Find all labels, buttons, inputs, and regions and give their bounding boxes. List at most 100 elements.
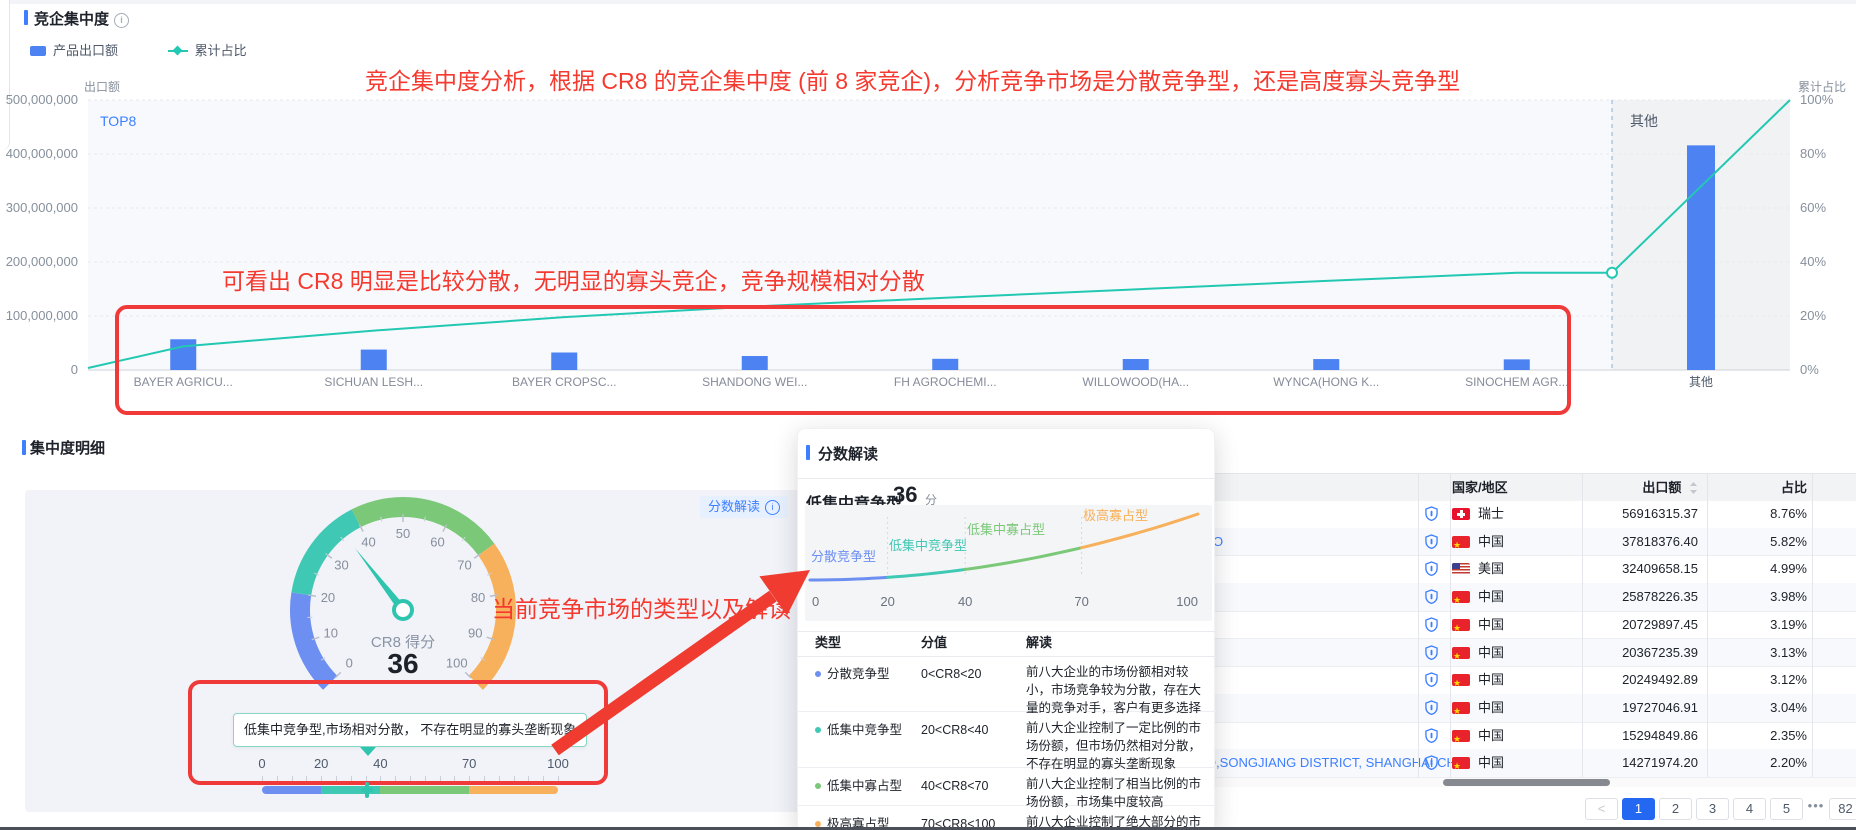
page-button-5[interactable]: 5 bbox=[1770, 798, 1803, 820]
country-cell: 中国 bbox=[1452, 694, 1504, 722]
linear-gauge-tick-label: 70 bbox=[462, 756, 476, 771]
linear-gauge-tick-label: 0 bbox=[258, 756, 265, 771]
column-divider bbox=[1812, 473, 1813, 777]
export-value-cell: 19727046.91 bbox=[1622, 694, 1698, 722]
svg-text:400,000,000: 400,000,000 bbox=[6, 146, 78, 161]
section1-title: 竞企集中度 bbox=[34, 8, 129, 29]
info-icon bbox=[765, 500, 780, 515]
popup-row-desc: 前八大企业控制了一定比例的市场份额，但市场仍然相对分散，不存在明显的寡头垄断现象 bbox=[1026, 719, 1201, 773]
shield-icon[interactable] bbox=[1425, 666, 1438, 694]
dashboard: 竞企集中度 产品出口额 累计占比 出口额 累计占比 500,000,000100… bbox=[0, 0, 1856, 830]
pagination: <12345•••82> bbox=[1585, 798, 1856, 820]
flag-icon bbox=[1452, 757, 1470, 769]
flag-icon bbox=[1452, 563, 1470, 575]
sort-icon[interactable] bbox=[1689, 481, 1698, 495]
column-divider bbox=[1450, 473, 1451, 777]
chart-legend: 产品出口额 累计占比 bbox=[30, 40, 293, 56]
score-explain-button[interactable]: 分数解读 bbox=[700, 496, 788, 518]
export-value-cell: 20249492.89 bbox=[1622, 666, 1698, 694]
col-header-country[interactable]: 国家/地区 bbox=[1452, 474, 1508, 501]
page-button-4[interactable]: 4 bbox=[1733, 798, 1766, 820]
popup-table-row: 分散竞争型0<CR8<20前八大企业的市场份额相对较小，市场竞争较为分散，存在大… bbox=[798, 655, 1216, 712]
flag-icon bbox=[1452, 536, 1470, 548]
shield-icon[interactable] bbox=[1425, 639, 1438, 667]
share-value-cell: 3.12% bbox=[1770, 666, 1807, 694]
shield-icon[interactable] bbox=[1425, 528, 1438, 556]
svg-text:TOP8: TOP8 bbox=[100, 113, 137, 129]
popup-divider bbox=[798, 478, 1214, 479]
prev-page-button[interactable]: < bbox=[1585, 798, 1618, 820]
shield-icon[interactable] bbox=[1425, 583, 1438, 611]
shield-icon[interactable] bbox=[1425, 694, 1438, 722]
svg-text:70: 70 bbox=[457, 557, 471, 572]
share-value-cell: 5.82% bbox=[1770, 528, 1807, 556]
export-value-cell: 32409658.15 bbox=[1622, 555, 1698, 583]
popup-accent-bar bbox=[806, 445, 810, 460]
gauge-tooltip: 低集中竞争型,市场相对分散， 不存在明显的寡头垄断现象 bbox=[233, 713, 587, 747]
bar-swatch-icon bbox=[30, 46, 46, 56]
shield-icon[interactable] bbox=[1425, 500, 1438, 528]
svg-text:其他: 其他 bbox=[1630, 113, 1658, 129]
svg-text:20: 20 bbox=[321, 590, 335, 605]
export-value-cell: 56916315.37 bbox=[1622, 500, 1698, 528]
annotation-note-1: 竞企集中度分析，根据 CR8 的竞企集中度 (前 8 家竞企)，分析竞争市场是分… bbox=[365, 62, 1460, 96]
country-cell: 中国 bbox=[1452, 611, 1504, 639]
svg-text:200,000,000: 200,000,000 bbox=[6, 254, 78, 269]
export-value-cell: 37818376.40 bbox=[1622, 528, 1698, 556]
linear-gauge-tick-label: 40 bbox=[373, 756, 387, 771]
share-value-cell: 3.19% bbox=[1770, 611, 1807, 639]
shield-icon[interactable] bbox=[1425, 749, 1438, 777]
svg-text:60: 60 bbox=[430, 534, 444, 549]
horizontal-scrollbar-thumb[interactable] bbox=[1443, 779, 1610, 786]
svg-text:100%: 100% bbox=[1800, 92, 1834, 107]
score-curve-chart: 分散竞争型低集中竞争型低集中寡占型极高寡占型0204070100 bbox=[805, 505, 1212, 623]
annotation-arrow-icon bbox=[540, 555, 830, 765]
export-value-cell: 15294849.86 bbox=[1622, 722, 1698, 750]
shield-icon[interactable] bbox=[1425, 555, 1438, 583]
flag-icon bbox=[1452, 619, 1470, 631]
top-strip bbox=[0, 0, 1856, 4]
type-dot-icon bbox=[815, 783, 821, 789]
svg-text:低集中竞争型: 低集中竞争型 bbox=[889, 538, 967, 553]
legend-item-line[interactable]: 累计占比 bbox=[168, 43, 247, 58]
linear-gauge-tick-label: 20 bbox=[314, 756, 328, 771]
page-button-1[interactable]: 1 bbox=[1622, 798, 1655, 820]
country-cell: 中国 bbox=[1452, 749, 1504, 777]
legend-line-label: 累计占比 bbox=[195, 43, 247, 58]
col-header-export[interactable]: 出口额 bbox=[1642, 474, 1698, 501]
popup-row-desc: 前八大企业的市场份额相对较小，市场竞争较为分散，存在大量的竞争对手，客户有更多选… bbox=[1026, 663, 1201, 717]
page-button-3[interactable]: 3 bbox=[1696, 798, 1729, 820]
svg-text:40: 40 bbox=[361, 534, 375, 549]
share-value-cell: 3.04% bbox=[1770, 694, 1807, 722]
linear-gauge-ticks bbox=[262, 776, 558, 782]
page-button-2[interactable]: 2 bbox=[1659, 798, 1692, 820]
svg-text:极高寡占型: 极高寡占型 bbox=[1083, 508, 1148, 523]
linear-gauge-marker[interactable] bbox=[365, 782, 369, 798]
page-button-82[interactable]: 82 bbox=[1829, 798, 1856, 820]
popup-row-range: 0<CR8<20 bbox=[921, 665, 981, 683]
country-cell: 中国 bbox=[1452, 666, 1504, 694]
shield-icon[interactable] bbox=[1425, 722, 1438, 750]
line-diamond-icon bbox=[168, 50, 188, 52]
popup-col-desc: 解读 bbox=[1026, 631, 1052, 655]
col-header-share[interactable]: 占比 bbox=[1781, 474, 1807, 501]
popup-title: 分数解读 bbox=[818, 443, 878, 464]
country-cell: 中国 bbox=[1452, 583, 1504, 611]
country-cell: 美国 bbox=[1452, 555, 1504, 583]
svg-text:30: 30 bbox=[334, 557, 348, 572]
share-value-cell: 2.35% bbox=[1770, 722, 1807, 750]
page-ellipsis[interactable]: ••• bbox=[1807, 798, 1825, 818]
shield-icon[interactable] bbox=[1425, 611, 1438, 639]
country-cell: 中国 bbox=[1452, 528, 1504, 556]
section2-title: 集中度明细 bbox=[30, 437, 105, 458]
linear-gauge[interactable] bbox=[262, 786, 558, 794]
popup-row-range: 20<CR8<40 bbox=[921, 721, 988, 739]
legend-item-bar[interactable]: 产品出口额 bbox=[30, 43, 118, 58]
linear-gauge-segment bbox=[262, 786, 321, 794]
info-icon[interactable] bbox=[114, 13, 129, 28]
country-cell: 瑞士 bbox=[1452, 500, 1504, 528]
export-value-cell: 14271974.20 bbox=[1622, 749, 1698, 777]
svg-text:0: 0 bbox=[71, 362, 78, 377]
svg-text:低集中寡占型: 低集中寡占型 bbox=[967, 522, 1045, 537]
annotation-rect-bars bbox=[115, 305, 1571, 415]
